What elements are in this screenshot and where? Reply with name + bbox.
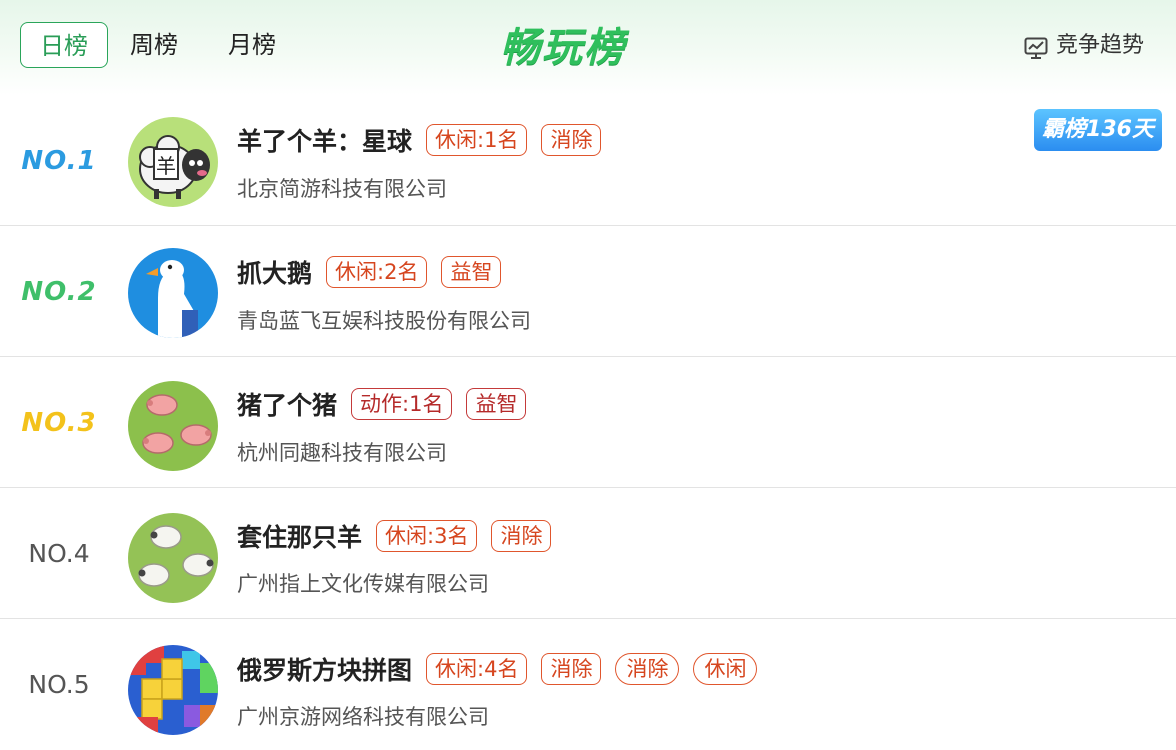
developer-name: 杭州同趣科技有限公司 — [237, 441, 447, 465]
developer-name: 北京简游科技有限公司 — [237, 177, 447, 201]
category-tag: 休闲:3名 — [376, 520, 478, 552]
game-name[interactable]: 抓大鹅 — [237, 254, 312, 290]
game-title-line: 套住那只羊 休闲:3名 消除 — [237, 518, 552, 554]
game-icon-sheep[interactable]: 羊 — [128, 117, 218, 207]
category-tag: 休闲:2名 — [326, 256, 428, 288]
ranking-row[interactable]: NO.2 抓大鹅 休闲:2名 益智 青岛蓝飞互娱科技股份有限公司 — [0, 226, 1176, 357]
ranking-header: 日榜 周榜 月榜 畅玩榜 竞争趋势 — [0, 0, 1176, 95]
developer-name: 广州京游网络科技有限公司 — [237, 705, 489, 729]
game-icon-tetris[interactable] — [128, 645, 218, 735]
ranking-row[interactable]: NO.3 猪了个猪 动作:1名 益智 杭州同趣科技有限公司 — [0, 357, 1176, 488]
ranking-row[interactable]: NO.5 俄罗斯方块拼图 休闲:4名 消除 消除 休闲 广州京游网络科技有限公司 — [0, 619, 1176, 750]
trend-label: 竞争趋势 — [1055, 33, 1144, 58]
rank-label: NO.2 — [21, 276, 97, 307]
developer-name: 广州指上文化传媒有限公司 — [237, 572, 489, 596]
genre-tag: 益智 — [466, 388, 527, 420]
ranking-row[interactable]: NO.1 羊 羊了个羊：星球 休闲:1名 消除 北京简游科技有限公司 霸榜136… — [0, 95, 1176, 226]
rank-label: NO.5 — [28, 670, 90, 699]
developer-name: 青岛蓝飞互娱科技股份有限公司 — [237, 309, 531, 333]
game-icon-goose[interactable] — [128, 248, 218, 338]
genre-tag: 益智 — [441, 256, 502, 288]
genre-tag: 消除 — [615, 653, 680, 685]
genre-tag: 消除 — [541, 653, 602, 685]
game-name[interactable]: 猪了个猪 — [237, 386, 337, 422]
game-title-line: 俄罗斯方块拼图 休闲:4名 消除 消除 休闲 — [237, 651, 758, 687]
game-title-line: 抓大鹅 休闲:2名 益智 — [237, 254, 502, 290]
rank-label: NO.1 — [21, 145, 97, 176]
svg-text:羊: 羊 — [156, 154, 176, 178]
tab-monthly[interactable]: 月榜 — [228, 22, 276, 68]
tab-daily[interactable]: 日榜 — [20, 22, 108, 68]
ranking-row[interactable]: NO.4 套住那只羊 休闲:3名 消除 广州指上文化传媒有限公司 — [0, 488, 1176, 619]
genre-tag: 休闲 — [693, 653, 758, 685]
game-name[interactable]: 俄罗斯方块拼图 — [237, 651, 412, 687]
genre-tag: 消除 — [541, 124, 602, 156]
game-title-line: 羊了个羊：星球 休闲:1名 消除 — [237, 122, 602, 158]
tab-weekly[interactable]: 周榜 — [130, 22, 178, 68]
trend-chart-icon — [1024, 35, 1048, 59]
competition-trend-button[interactable]: 竞争趋势 — [1024, 28, 1144, 64]
game-name[interactable]: 套住那只羊 — [237, 518, 362, 554]
rank-label: NO.4 — [28, 539, 90, 568]
category-tag: 休闲:1名 — [426, 124, 528, 156]
game-icon-lasso-sheep[interactable] — [128, 513, 218, 603]
game-icon-pig[interactable] — [128, 381, 218, 471]
page-title: 畅玩榜 — [500, 25, 626, 71]
game-title-line: 猪了个猪 动作:1名 益智 — [237, 386, 527, 422]
category-tag: 休闲:4名 — [426, 653, 528, 685]
category-tag: 动作:1名 — [351, 388, 453, 420]
rank-label: NO.3 — [21, 407, 97, 438]
game-name[interactable]: 羊了个羊：星球 — [237, 122, 412, 158]
genre-tag: 消除 — [491, 520, 552, 552]
streak-badge: 霸榜136天 — [1034, 109, 1162, 151]
